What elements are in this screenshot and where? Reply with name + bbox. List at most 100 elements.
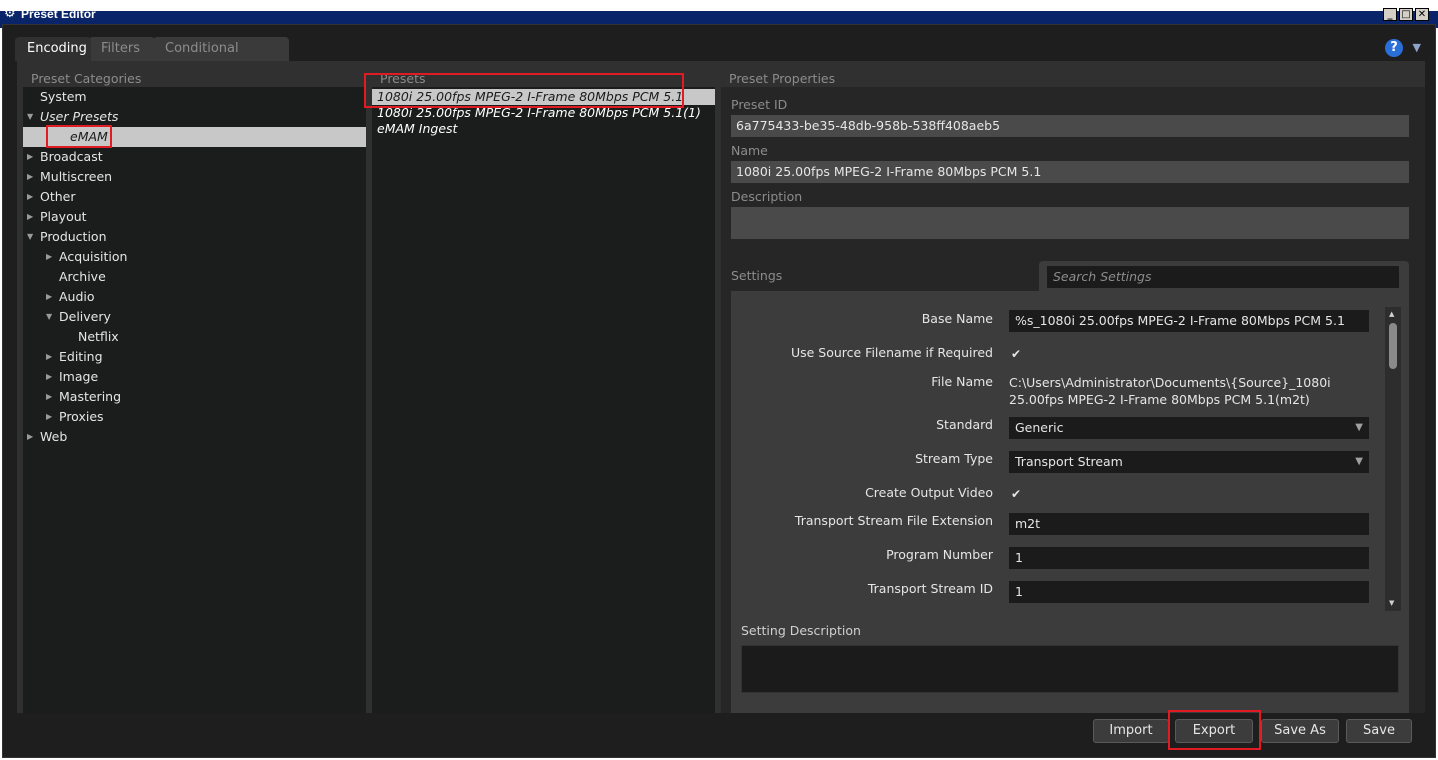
category-item[interactable]: ▶ Editing xyxy=(23,347,366,367)
category-label: Proxies xyxy=(59,409,104,424)
close-button[interactable]: ✕ xyxy=(1415,8,1429,21)
description-field[interactable] xyxy=(731,207,1409,239)
preset-categories-tree: System ▼ User Presets eMAM ▶ Broadcast ▶ Multis… xyxy=(23,87,366,713)
preset-item[interactable]: 1080i 25.00fps MPEG-2 I-Frame 80Mbps PCM… xyxy=(372,105,715,121)
category-item[interactable]: ▶ Web xyxy=(23,427,366,447)
standard-select[interactable]: Generic ▼ xyxy=(1009,417,1369,439)
save-button[interactable]: Save xyxy=(1346,719,1412,743)
name-label: Name xyxy=(731,143,768,158)
category-label: Other xyxy=(40,189,76,204)
category-label: Archive xyxy=(59,269,106,284)
category-item[interactable]: ▶ Mastering xyxy=(23,387,366,407)
preset-item[interactable]: 1080i 25.00fps MPEG-2 I-Frame 80Mbps PCM… xyxy=(372,89,715,105)
encoding-content: Preset Categories System ▼ User Presets eMA… xyxy=(17,61,1425,713)
preset-id-field[interactable]: 6a775433-be35-48db-958b-538ff408aeb5 xyxy=(731,115,1409,137)
category-label: User Presets xyxy=(40,109,119,124)
category-item[interactable]: ▼ User Presets xyxy=(23,107,366,127)
ts-extension-label: Transport Stream File Extension xyxy=(794,513,993,528)
expand-right-icon[interactable]: ▶ xyxy=(27,427,37,447)
expand-right-icon[interactable]: ▶ xyxy=(46,387,56,407)
stream-type-value: Transport Stream xyxy=(1015,454,1123,469)
minimize-button[interactable]: _ xyxy=(1383,8,1397,21)
tab-conditional-check[interactable]: Conditional Check xyxy=(153,37,289,80)
category-label: Multiscreen xyxy=(40,169,113,184)
program-number-label: Program Number xyxy=(886,547,993,562)
program-number-input[interactable]: 1 xyxy=(1009,547,1369,569)
category-item[interactable]: ▶ Playout xyxy=(23,207,366,227)
window-body: Conditional Check Filters Encoding ? ▼ P… xyxy=(2,24,1436,758)
search-settings-input[interactable]: Search Settings xyxy=(1047,266,1399,288)
category-label: Delivery xyxy=(59,309,111,324)
name-field[interactable]: 1080i 25.00fps MPEG-2 I-Frame 80Mbps PCM… xyxy=(731,161,1409,183)
expand-right-icon[interactable]: ▶ xyxy=(27,147,37,167)
category-label: System xyxy=(40,89,87,104)
standard-value: Generic xyxy=(1015,420,1064,435)
create-output-video-label: Create Output Video xyxy=(865,485,993,500)
expand-right-icon[interactable]: ▶ xyxy=(27,167,37,187)
scroll-up-icon[interactable]: ▲ xyxy=(1389,310,1394,318)
category-label: eMAM xyxy=(70,129,108,144)
category-label: Mastering xyxy=(59,389,122,404)
base-name-input[interactable]: %s_1080i 25.00fps MPEG-2 I-Frame 80Mbps … xyxy=(1009,310,1369,332)
settings-box: Base Name %s_1080i 25.00fps MPEG-2 I-Fra… xyxy=(731,291,1409,713)
category-item[interactable]: eMAM xyxy=(23,127,366,147)
scroll-thumb[interactable] xyxy=(1389,323,1397,369)
ts-id-input[interactable]: 1 xyxy=(1009,581,1369,603)
preset-properties-header: Preset Properties xyxy=(729,71,836,86)
category-item[interactable]: ▶ Multiscreen xyxy=(23,167,366,187)
use-source-filename-checkbox[interactable]: ✔ xyxy=(1009,347,1023,361)
expand-right-icon[interactable]: ▶ xyxy=(46,287,56,307)
tab-encoding[interactable]: Encoding xyxy=(15,37,91,61)
expand-right-icon[interactable]: ▶ xyxy=(27,207,37,227)
category-item[interactable]: ▼ Production xyxy=(23,227,366,247)
description-label: Description xyxy=(731,189,803,204)
ts-id-label: Transport Stream ID xyxy=(867,581,993,596)
scroll-down-icon[interactable]: ▼ xyxy=(1389,599,1394,607)
preset-item[interactable]: eMAM Ingest xyxy=(372,121,715,137)
export-button[interactable]: Export xyxy=(1175,719,1253,743)
standard-label: Standard xyxy=(936,417,993,432)
file-name-value: C:\Users\Administrator\Documents\{Source… xyxy=(1009,375,1331,407)
settings-scrollbar[interactable]: ▲ ▼ xyxy=(1385,307,1401,611)
expand-right-icon[interactable]: ▶ xyxy=(46,407,56,427)
gear-icon: ⚙ xyxy=(4,6,16,21)
expand-right-icon[interactable]: ▶ xyxy=(27,187,37,207)
help-icon[interactable]: ? xyxy=(1385,39,1403,57)
preset-id-label: Preset ID xyxy=(731,97,788,112)
category-item[interactable]: ▶ Image xyxy=(23,367,366,387)
ts-extension-input[interactable]: m2t xyxy=(1009,513,1369,535)
category-item[interactable]: ▶ Acquisition xyxy=(23,247,366,267)
import-button[interactable]: Import xyxy=(1093,719,1169,743)
category-item[interactable]: Netflix xyxy=(23,327,366,347)
base-name-label: Base Name xyxy=(921,311,993,326)
create-output-video-checkbox[interactable]: ✔ xyxy=(1009,487,1023,501)
category-item[interactable]: ▶ Broadcast xyxy=(23,147,366,167)
expand-down-icon[interactable]: ▼ xyxy=(46,307,56,327)
expand-right-icon[interactable]: ▶ xyxy=(46,347,56,367)
category-label: Playout xyxy=(40,209,87,224)
settings-header: Settings xyxy=(731,268,783,283)
presets-list: 1080i 25.00fps MPEG-2 I-Frame 80Mbps PCM… xyxy=(372,87,715,713)
file-name-label: File Name xyxy=(931,374,993,389)
stream-type-select[interactable]: Transport Stream ▼ xyxy=(1009,451,1369,473)
setting-description-box xyxy=(741,645,1399,693)
category-item[interactable]: ▶ Proxies xyxy=(23,407,366,427)
tab-filters[interactable]: Filters xyxy=(89,37,155,61)
maximize-button[interactable]: □ xyxy=(1399,8,1413,21)
expand-right-icon[interactable]: ▶ xyxy=(46,247,56,267)
category-item[interactable]: ▶ Other xyxy=(23,187,366,207)
category-item[interactable]: Archive xyxy=(23,267,366,287)
category-item[interactable]: System xyxy=(23,87,366,107)
category-item[interactable]: ▼ Delivery xyxy=(23,307,366,327)
category-label: Netflix xyxy=(78,329,119,344)
category-label: Broadcast xyxy=(40,149,103,164)
category-label: Audio xyxy=(59,289,95,304)
expand-right-icon[interactable]: ▶ xyxy=(46,367,56,387)
chevron-down-icon: ▼ xyxy=(1355,456,1363,467)
category-item[interactable]: ▶ Audio xyxy=(23,287,366,307)
chevron-down-icon[interactable]: ▼ xyxy=(1413,41,1421,54)
save-as-button[interactable]: Save As xyxy=(1261,719,1339,743)
use-source-filename-label: Use Source Filename if Required xyxy=(790,345,993,360)
expand-down-icon[interactable]: ▼ xyxy=(27,107,37,127)
expand-down-icon[interactable]: ▼ xyxy=(27,227,37,247)
